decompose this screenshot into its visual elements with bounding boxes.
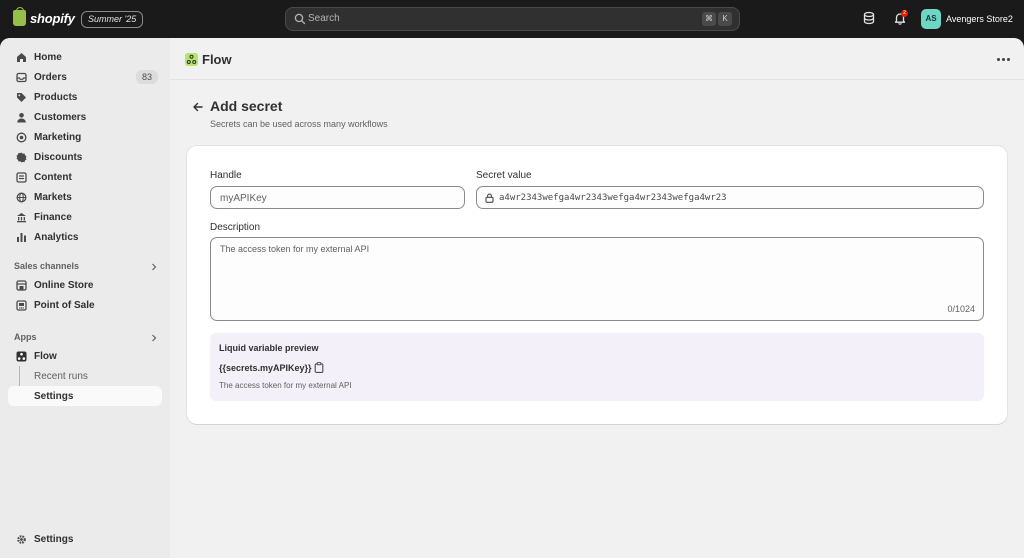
- sidebar-item-label: Recent runs: [34, 371, 88, 382]
- back-arrow-icon[interactable]: [190, 99, 206, 115]
- sidebar-item-recent-runs[interactable]: Recent runs: [8, 366, 162, 386]
- top-bar: shopify Summer '25 Search ⌘ K 2 AS Aveng…: [0, 0, 1024, 38]
- sidebar-item-flow[interactable]: Flow: [8, 346, 162, 366]
- more-actions-button[interactable]: [994, 51, 1012, 67]
- sidebar-item-settings[interactable]: Settings: [8, 529, 162, 549]
- sidebar-item-customers[interactable]: Customers: [8, 107, 162, 127]
- more-dot-icon: [997, 58, 1000, 61]
- chevron-right-icon[interactable]: [150, 263, 158, 271]
- sidebar-item-label: Online Store: [34, 280, 94, 291]
- sidebar-item-label: Flow: [34, 351, 57, 362]
- bank-icon: [17, 213, 26, 223]
- tag-icon: [17, 93, 26, 102]
- store-icon: [16, 280, 27, 291]
- chevron-right-icon[interactable]: [150, 334, 158, 342]
- flow-logo-icon: [185, 53, 198, 66]
- sidebar-item-label: Finance: [34, 212, 72, 223]
- search-placeholder: Search: [308, 13, 340, 24]
- lock-icon: [485, 193, 494, 203]
- database-icon[interactable]: [862, 11, 876, 25]
- sidebar-item-products[interactable]: Products: [8, 87, 162, 107]
- globe-icon: [16, 192, 27, 203]
- sidebar-item-online-store[interactable]: Online Store: [8, 275, 162, 295]
- logo-text: shopify: [30, 10, 75, 26]
- sidebar: Home Orders 83 Products Customers Market…: [0, 38, 170, 558]
- sidebar-item-label: Point of Sale: [34, 300, 95, 311]
- liquid-variable-preview: Liquid variable preview {{secrets.myAPIK…: [210, 333, 984, 401]
- sidebar-item-label: Marketing: [34, 132, 82, 143]
- sidebar-item-label: Products: [34, 92, 78, 103]
- bar-chart-icon: [17, 233, 26, 242]
- sidebar-item-orders[interactable]: Orders 83: [8, 67, 162, 87]
- discount-icon: [16, 152, 27, 163]
- sidebar-item-discounts[interactable]: Discounts: [8, 147, 162, 167]
- sidebar-item-markets[interactable]: Markets: [8, 187, 162, 207]
- sidebar-item-label: Home: [34, 52, 62, 63]
- main-content: Flow Add secret Secrets can be used acro…: [170, 38, 1024, 558]
- sidebar-item-label: Analytics: [34, 232, 79, 243]
- sidebar-item-home[interactable]: Home: [8, 47, 162, 67]
- flow-app-icon: [16, 351, 27, 362]
- sidebar-item-finance[interactable]: Finance: [8, 207, 162, 227]
- sidebar-item-flow-settings[interactable]: Settings: [8, 386, 162, 406]
- shortcut-key-cmd: ⌘: [702, 12, 716, 26]
- orders-count-badge: 83: [135, 70, 158, 84]
- pos-icon: [16, 300, 27, 311]
- store-name[interactable]: Avengers Store2: [946, 14, 1013, 24]
- sidebar-item-content[interactable]: Content: [8, 167, 162, 187]
- description-value: The access token for my external API: [220, 244, 370, 254]
- edition-badge[interactable]: Summer '25: [81, 11, 144, 28]
- sidebar-item-label: Discounts: [34, 152, 83, 163]
- page-subtitle: Secrets can be used across many workflow…: [210, 119, 388, 129]
- sidebar-item-label: Markets: [34, 192, 72, 203]
- preview-title: Liquid variable preview: [219, 343, 319, 353]
- sidebar-item-point-of-sale[interactable]: Point of Sale: [8, 295, 162, 315]
- inbox-icon: [16, 72, 27, 83]
- description-label: Description: [210, 222, 261, 233]
- search-icon: [294, 13, 306, 25]
- sidebar-item-label: Settings: [34, 391, 74, 402]
- shortcut-key-k: K: [718, 12, 732, 26]
- clipboard-icon[interactable]: [314, 362, 324, 373]
- gear-icon: [17, 535, 26, 544]
- secret-value-label: Secret value: [476, 170, 532, 181]
- preview-variable: {{secrets.myAPIKey}}: [219, 363, 312, 373]
- secret-value-input[interactable]: a4wr2343wefga4wr2343wefga4wr2343wefga4wr…: [476, 186, 984, 209]
- more-dot-icon: [1007, 58, 1010, 61]
- sidebar-item-marketing[interactable]: Marketing: [8, 127, 162, 147]
- description-textarea[interactable]: The access token for my external API 0/1…: [210, 237, 984, 321]
- preview-description: The access token for my external API: [219, 381, 352, 390]
- sidebar-item-label: Content: [34, 172, 72, 183]
- sales-channels-header[interactable]: Sales channels: [14, 261, 79, 271]
- notification-badge: 2: [901, 10, 908, 17]
- shopify-logo[interactable]: shopify: [13, 7, 75, 26]
- secret-form-card: Handle myAPIKey Secret value a4wr2343wef…: [187, 146, 1007, 424]
- page-title: Add secret: [210, 98, 283, 114]
- target-icon: [16, 132, 27, 143]
- sidebar-item-label: Customers: [34, 112, 87, 123]
- app-title: Flow: [202, 52, 232, 67]
- shopify-bag-icon: [13, 7, 26, 26]
- sidebar-item-label: Orders: [34, 72, 67, 83]
- person-icon: [17, 113, 26, 123]
- app-header: Flow: [170, 38, 1024, 80]
- character-counter: 0/1024: [947, 304, 975, 314]
- avatar[interactable]: AS: [921, 9, 941, 29]
- content-icon: [16, 172, 27, 183]
- sidebar-item-label: Settings: [34, 534, 74, 545]
- apps-header[interactable]: Apps: [14, 332, 37, 342]
- handle-value: myAPIKey: [220, 193, 267, 204]
- home-icon: [17, 53, 26, 62]
- handle-input[interactable]: myAPIKey: [210, 186, 465, 209]
- handle-label: Handle: [210, 170, 242, 181]
- search-bar[interactable]: Search ⌘ K: [285, 7, 740, 31]
- sidebar-item-analytics[interactable]: Analytics: [8, 227, 162, 247]
- app-shell: Home Orders 83 Products Customers Market…: [0, 38, 1024, 558]
- secret-value: a4wr2343wefga4wr2343wefga4wr2343wefga4wr…: [499, 193, 727, 203]
- more-dot-icon: [1002, 58, 1005, 61]
